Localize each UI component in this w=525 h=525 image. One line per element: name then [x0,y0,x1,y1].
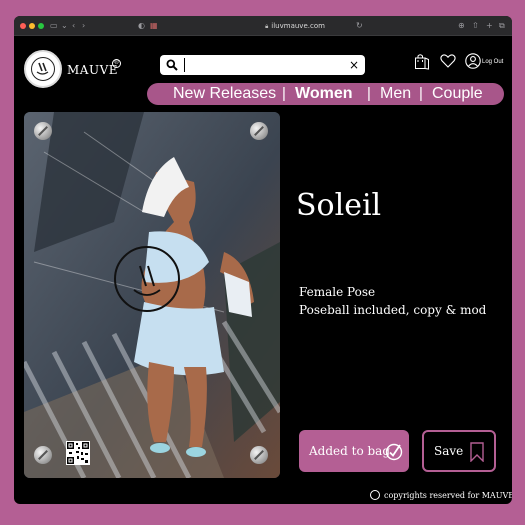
address-bar[interactable]: 🔒︎ iluvmauve.com [210,20,380,32]
shopping-bag-icon[interactable] [414,53,430,70]
search-icon[interactable] [166,59,178,71]
bookmark-icon [470,442,484,462]
screw-icon [250,122,268,140]
nav-separator: | [282,85,286,102]
reload-icon[interactable]: ↻ [356,21,363,31]
sidebar-icon[interactable]: ▭ [50,21,58,31]
copyright-footer: copyrights reserved for MAUVE. [370,490,512,500]
watermark-logo [114,246,180,312]
maximize-window-button[interactable] [38,23,44,29]
product-photo[interactable] [24,112,280,478]
back-icon[interactable]: ‹ [72,21,75,31]
save-button[interactable]: Save [422,430,496,472]
product-title: Soleil [296,188,382,223]
product-description-line1: Female Pose [299,285,376,299]
heart-icon[interactable] [440,54,456,68]
nav-item-women[interactable]: Women [295,85,352,103]
privacy-icon[interactable]: ◐ [138,21,145,31]
checkmark-icon [385,443,403,461]
downloads-icon[interactable]: ⊕ [458,21,465,31]
share-icon[interactable]: ⇧ [472,21,479,31]
logo-glyph [36,62,49,75]
new-tab-icon[interactable]: + [486,21,493,31]
logout-link[interactable]: Log Out [482,59,503,65]
added-to-bag-label: Added to bag [309,444,391,458]
copyright-text: copyrights reserved for MAUVE. [384,491,512,500]
nav-separator: | [419,85,423,102]
browser-toolbar: ▭ ⌄ ‹ › ◐ ▦ 🔒︎ iluvmauve.com ↻ ⊕ ⇧ + ⧉ [14,16,512,36]
qr-code-pattern [67,442,89,464]
nav-item-new-releases[interactable]: New Releases [173,85,276,103]
nav-separator: | [367,85,371,102]
lock-icon: 🔒︎ [265,23,269,30]
nav-item-men[interactable]: Men [380,85,411,103]
user-icon[interactable] [465,53,481,69]
nav-item-couple[interactable]: Couple [432,85,483,103]
tab-overview-icon[interactable]: ⧉ [499,21,505,31]
logo-mark [31,57,55,81]
search-input[interactable] [188,57,338,73]
screw-icon [34,122,52,140]
close-window-button[interactable] [20,23,26,29]
product-description-line2: Poseball included, copy & mod [299,303,487,317]
added-to-bag-button[interactable]: Added to bag [299,430,409,472]
save-label: Save [434,444,464,458]
browser-window: ▭ ⌄ ‹ › ◐ ▦ 🔒︎ iluvmauve.com ↻ ⊕ ⇧ + ⧉ MA… [14,16,512,504]
brand-name: MAUVE [67,63,118,77]
brand-logo[interactable] [24,50,62,88]
forward-icon[interactable]: › [82,21,85,31]
qr-code-icon [66,441,90,465]
screw-icon [34,446,52,464]
url-text: iluvmauve.com [271,22,325,30]
copyright-icon [370,490,380,500]
category-nav: New Releases | Women | Men | Couple [147,83,504,105]
clear-icon[interactable]: × [349,57,359,73]
extension-icon[interactable]: ▦ [150,21,158,31]
watermark-glyph [133,265,161,296]
text-cursor [184,58,185,72]
registered-mark: ® [112,59,121,68]
minimize-window-button[interactable] [29,23,35,29]
chevron-down-icon[interactable]: ⌄ [61,21,68,31]
screw-icon [250,446,268,464]
search-bar[interactable]: × [160,55,365,75]
